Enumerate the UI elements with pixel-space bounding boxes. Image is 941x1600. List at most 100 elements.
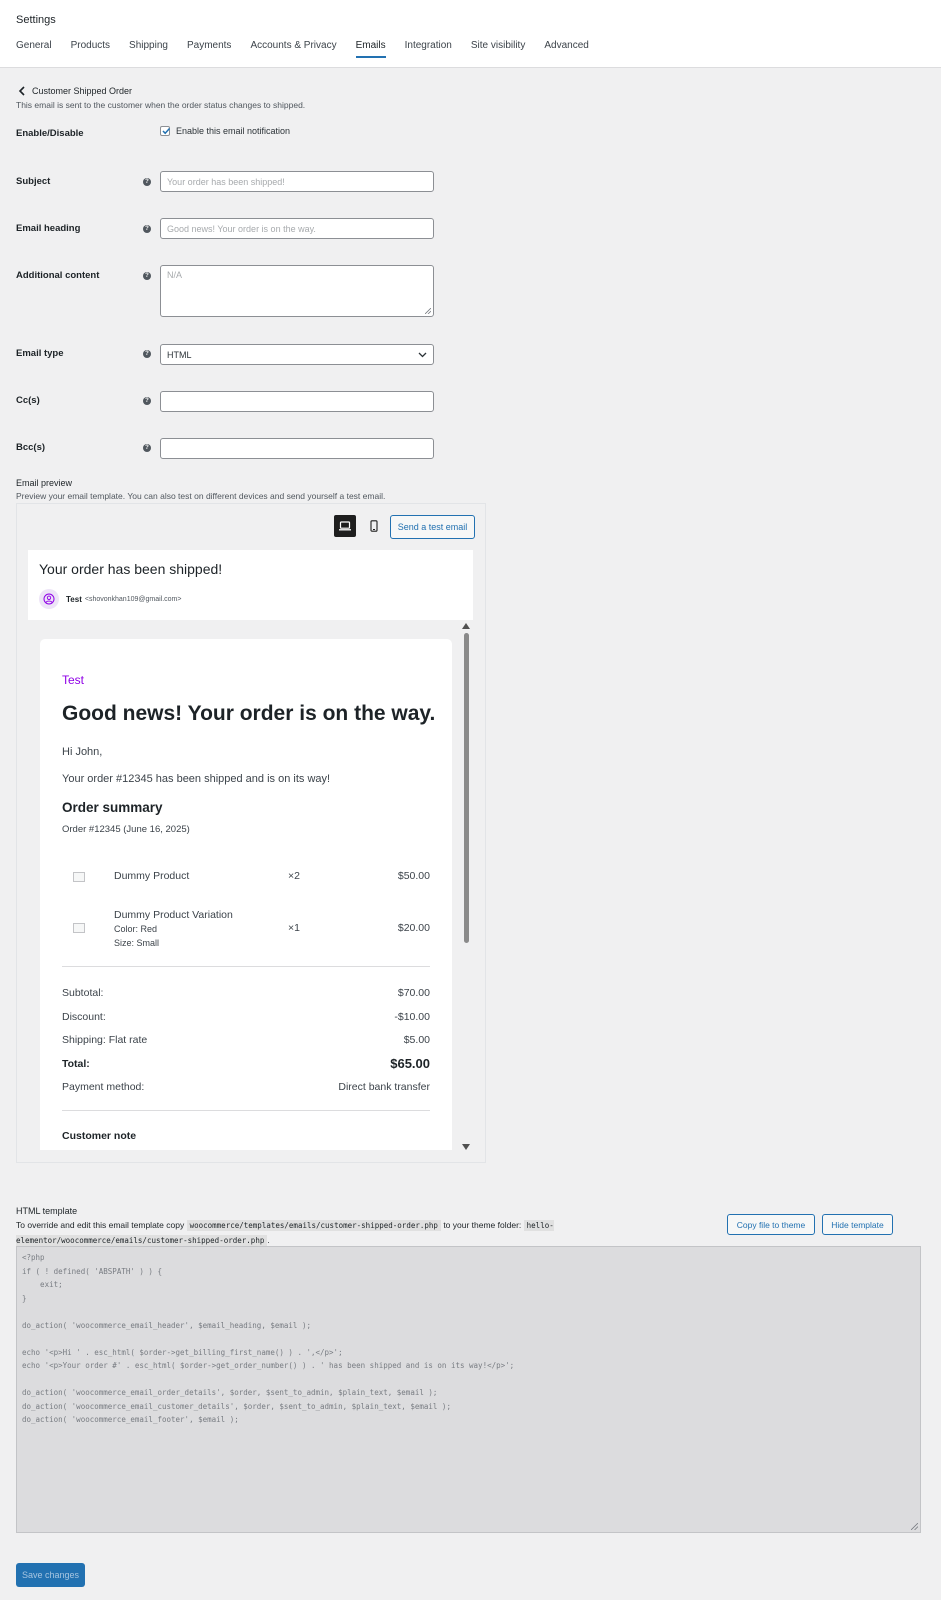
code-line: echo '<p>Hi ' . esc_html( $order->get_bi… (22, 1347, 343, 1357)
total-row: Total: $65.00 (62, 1056, 430, 1071)
email-sender: Test <shovonkhan109@gmail.com> (39, 589, 181, 609)
scrollbar-thumb[interactable] (464, 633, 469, 943)
code-line: if ( ! defined( 'ABSPATH' ) ) { (22, 1266, 162, 1276)
greeting: Hi John, (62, 746, 103, 758)
shipping-value: $5.00 (403, 1034, 430, 1046)
chevron-left-icon (18, 86, 25, 96)
help-icon[interactable]: ? (143, 350, 151, 358)
bcc-input[interactable] (160, 438, 434, 459)
desktop-device-button[interactable] (334, 515, 356, 537)
email-client-header: Your order has been shipped! Test <shovo… (28, 550, 473, 620)
item-qty: ×2 (288, 870, 300, 882)
message: Your order #12345 has been shipped and i… (62, 773, 331, 785)
email-subject: Your order has been shipped! (39, 561, 223, 577)
hide-template-button[interactable]: Hide template (822, 1214, 893, 1235)
source-template-path: woocommerce/templates/emails/customer-sh… (186, 1220, 441, 1231)
code-line: do_action( 'woocommerce_email_order_deta… (22, 1388, 438, 1397)
tab-accounts-privacy[interactable]: Accounts & Privacy (250, 40, 336, 58)
template-code-editor[interactable]: <?php if ( ! defined( 'ABSPATH' ) ) { ex… (16, 1246, 921, 1533)
subtotal-row: Subtotal: $70.00 (62, 987, 430, 999)
send-test-email-button[interactable]: Send a test email (390, 515, 475, 539)
order-number: Order #12345 (June 16, 2025) (62, 824, 190, 835)
tab-products[interactable]: Products (71, 40, 110, 58)
tab-integration[interactable]: Integration (405, 40, 452, 58)
additional-content-placeholder: N/A (167, 270, 183, 280)
subtotal-label: Subtotal: (62, 987, 104, 999)
total-value: $65.00 (390, 1056, 430, 1071)
cc-input[interactable] (160, 391, 434, 412)
avatar (39, 589, 59, 609)
chevron-down-icon (418, 352, 427, 357)
code-line: do_action( 'woocommerce_email_header', $… (22, 1320, 311, 1330)
order-item: Dummy Product Variation Color: Red Size:… (62, 909, 430, 953)
bcc-label: Bcc(s) (16, 442, 46, 453)
code-line: exit; (22, 1280, 63, 1289)
additional-content-textarea[interactable]: N/A (160, 265, 434, 317)
email-description: This email is sent to the customer when … (16, 100, 306, 110)
laptop-icon (339, 521, 351, 531)
email-type-label: Email type (16, 348, 64, 359)
tab-general[interactable]: General (16, 40, 52, 58)
email-type-select[interactable]: HTML (160, 344, 434, 365)
email-card: Test Good news! Your order is on the way… (40, 639, 452, 1150)
email-heading-input[interactable]: Good news! Your order is on the way. (160, 218, 434, 239)
email-type-value: HTML (167, 349, 192, 360)
email-preview-description: Preview your email template. You can als… (16, 491, 386, 501)
item-qty: ×1 (288, 922, 300, 934)
item-meta: Color: Red (114, 924, 158, 934)
tab-advanced[interactable]: Advanced (544, 40, 588, 58)
subject-placeholder: Your order has been shipped! (167, 176, 285, 187)
tab-payments[interactable]: Payments (187, 40, 231, 58)
code-line: do_action( 'woocommerce_email_customer_d… (22, 1401, 451, 1411)
preview-scrollbar[interactable] (461, 623, 471, 1150)
checkmark-icon (162, 127, 171, 135)
item-name: Dummy Product Variation (114, 909, 233, 921)
email-heading-placeholder: Good news! Your order is on the way. (167, 223, 316, 234)
item-meta: Size: Small (114, 938, 160, 948)
image-placeholder-icon (73, 923, 85, 933)
resize-handle-icon[interactable] (911, 1523, 918, 1530)
sender-email: <shovonkhan109@gmail.com> (84, 595, 182, 603)
discount-row: Discount: -$10.00 (62, 1011, 430, 1023)
tab-site-visibility[interactable]: Site visibility (471, 40, 525, 58)
help-icon[interactable]: ? (143, 225, 151, 233)
email-preview-title: Email preview (16, 478, 73, 488)
email-title: Customer Shipped Order (32, 86, 133, 96)
help-icon[interactable]: ? (143, 178, 151, 186)
shipping-label: Shipping: Flat rate (62, 1034, 148, 1046)
help-icon[interactable]: ? (143, 444, 151, 452)
save-changes-button[interactable]: Save changes (16, 1563, 85, 1587)
subject-input[interactable]: Your order has been shipped! (160, 171, 434, 192)
settings-tabs: General Products Shipping Payments Accou… (16, 40, 608, 58)
scroll-down-icon[interactable] (462, 1144, 470, 1150)
shipping-row: Shipping: Flat rate $5.00 (62, 1034, 430, 1046)
tab-emails[interactable]: Emails (355, 40, 386, 58)
copy-file-to-theme-button[interactable]: Copy file to theme (727, 1214, 815, 1235)
resize-handle-icon[interactable] (425, 308, 431, 314)
enable-checkbox[interactable] (160, 126, 171, 136)
enable-checkbox-row[interactable]: Enable this email notification (160, 126, 290, 136)
subtotal-value: $70.00 (397, 987, 430, 999)
item-name: Dummy Product (114, 870, 190, 882)
tab-shipping[interactable]: Shipping (129, 40, 168, 58)
customer-note-title: Customer note (62, 1130, 137, 1142)
mobile-device-button[interactable] (363, 515, 385, 537)
code-line: echo '<p>Your order #' . esc_html( $orde… (22, 1361, 515, 1370)
image-placeholder-icon (73, 872, 85, 882)
settings-header: Settings General Products Shipping Payme… (0, 0, 941, 68)
back-link[interactable]: Customer Shipped Order (18, 86, 132, 96)
email-body-viewport[interactable]: Test Good news! Your order is on the way… (28, 620, 473, 1150)
user-circle-icon (43, 593, 55, 605)
discount-value: -$10.00 (394, 1011, 430, 1023)
additional-content-label: Additional content (16, 270, 100, 281)
help-icon[interactable]: ? (143, 397, 151, 405)
code-line: } (22, 1293, 27, 1303)
template-desc-prefix: To override and edit this email template… (16, 1220, 185, 1230)
item-price: $20.00 (397, 922, 430, 934)
help-icon[interactable]: ? (143, 272, 151, 280)
scroll-up-icon[interactable] (462, 623, 470, 629)
email-heading-label: Email heading (16, 223, 81, 234)
